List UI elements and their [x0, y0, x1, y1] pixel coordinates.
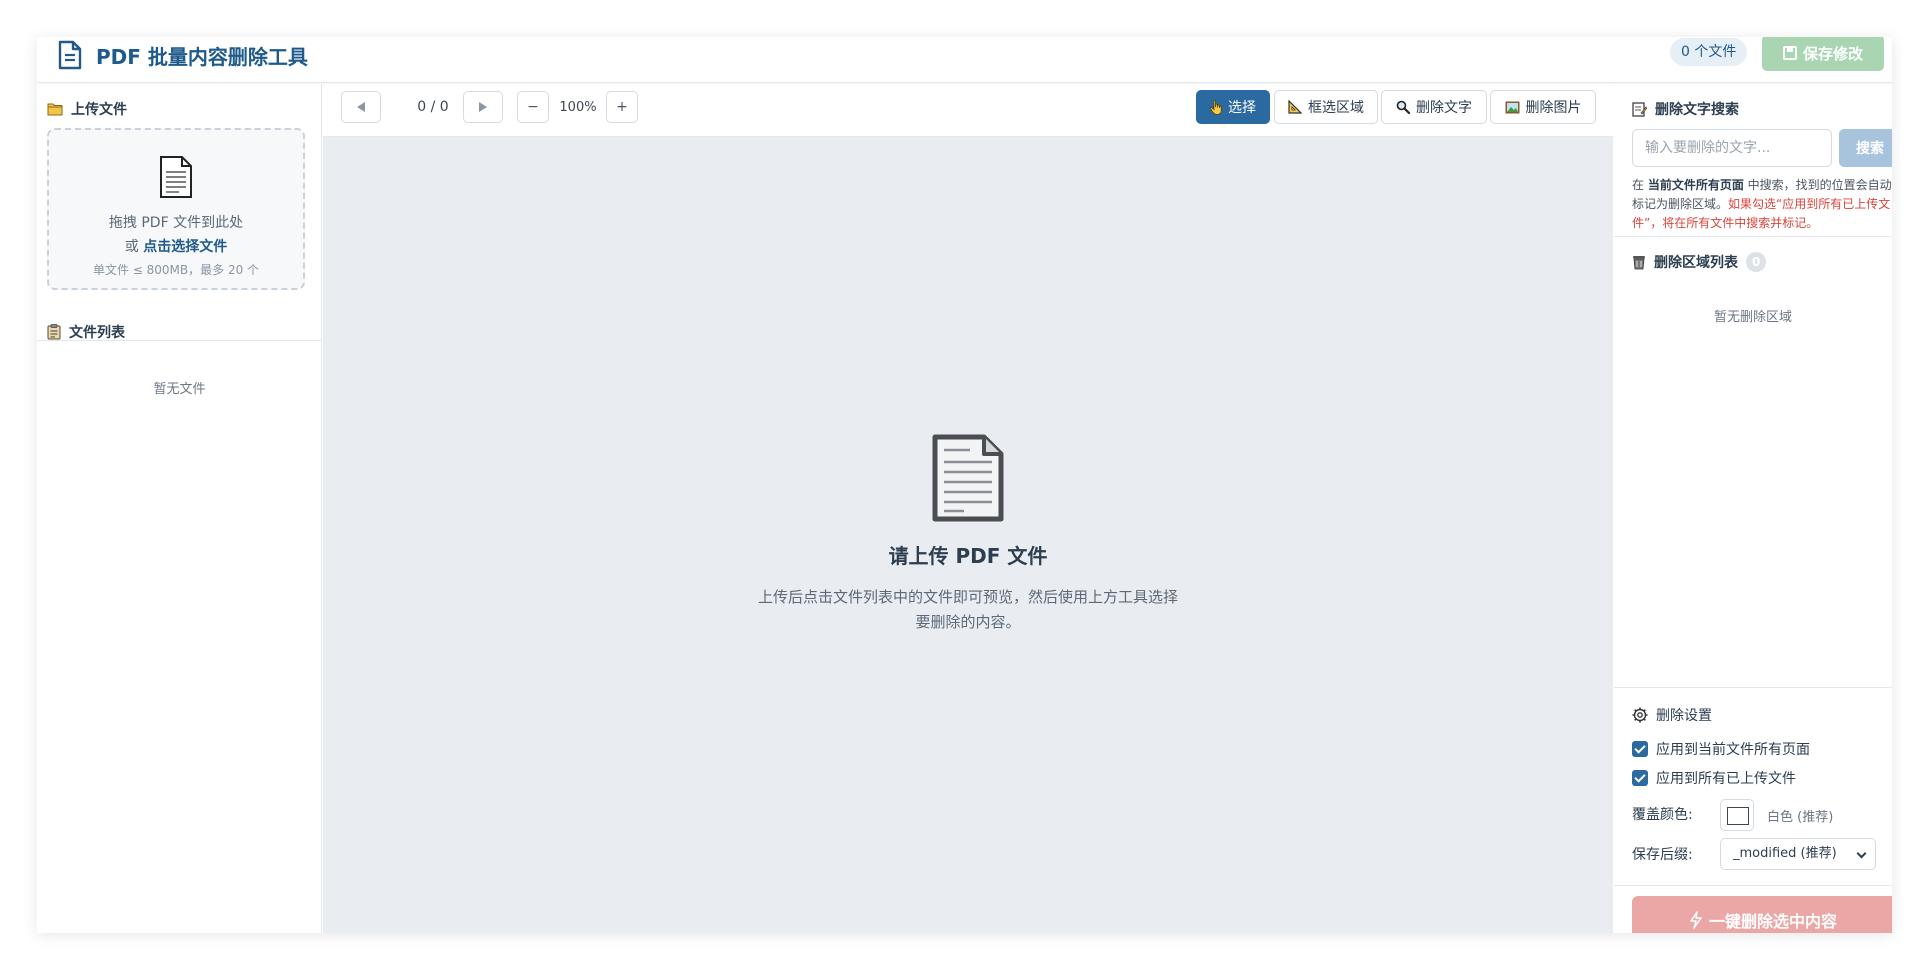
tool-box-select-button[interactable]: 框选区域	[1274, 90, 1378, 124]
region-list-title-text: 删除区域列表	[1654, 255, 1738, 271]
right-sidebar: 删除文字搜索 搜索 在 当前文件所有页面 中搜索，找到的位置会自动标记为删除区域…	[1614, 84, 1892, 933]
cover-color-picker[interactable]	[1720, 799, 1754, 831]
upload-section-title: 上传文件	[47, 99, 127, 119]
filelist-section-title: 文件列表	[47, 322, 125, 342]
tool-delete-image-button[interactable]: 删除图片	[1490, 90, 1596, 124]
folder-icon	[47, 103, 63, 116]
app-title: PDF 批量内容删除工具	[96, 45, 308, 69]
page-indicator: 0 / 0	[417, 99, 449, 115]
tool-select-button[interactable]: 选择	[1196, 90, 1270, 124]
clipboard-icon	[47, 324, 61, 340]
trash-icon	[1633, 256, 1645, 270]
pointer-hand-icon	[1210, 99, 1222, 115]
zoom-level: 100%	[559, 100, 597, 115]
cover-color-label: 覆盖颜色:	[1632, 807, 1693, 823]
magnifier-icon	[1396, 100, 1410, 114]
gear-icon	[1632, 707, 1648, 723]
filelist-title-text: 文件列表	[69, 325, 125, 341]
picture-icon	[1505, 101, 1519, 113]
delete-selected-label: 一键删除选中内容	[1708, 912, 1837, 931]
viewer-toolbar: 0 / 0 − 100% + 选择 框选区域 删除文字 删除图片	[323, 84, 1613, 137]
document-icon	[932, 434, 1004, 522]
triangular-ruler-icon	[1288, 100, 1302, 114]
region-list-empty: 暂无删除区域	[1713, 310, 1792, 325]
suffix-select-value: _modified (推荐)	[1733, 846, 1837, 861]
floppy-icon	[1782, 46, 1797, 60]
viewer-empty-state: 请上传 PDF 文件 上传后点击文件列表中的文件即可预览，然后使用上方工具选择要…	[323, 434, 1613, 635]
pdf-viewer-area: 0 / 0 − 100% + 选择 框选区域 删除文字 删除图片 请上传 PDF…	[323, 84, 1613, 933]
tool-box-select-label: 框选区域	[1308, 100, 1364, 116]
suffix-select[interactable]: _modified (推荐)	[1720, 838, 1876, 870]
settings-section-title: 删除设置	[1632, 705, 1712, 725]
dropzone-or: 或	[124, 239, 144, 255]
apply-all-files-option[interactable]: 应用到所有已上传文件	[1632, 768, 1796, 788]
apply-all-files-checkbox[interactable]	[1632, 770, 1648, 786]
save-button[interactable]: 保存修改	[1762, 37, 1884, 71]
tool-delete-image-label: 删除图片	[1525, 100, 1582, 116]
upload-title-text: 上传文件	[71, 102, 127, 118]
chevron-down-icon	[1856, 848, 1867, 859]
triangle-right-icon	[479, 102, 487, 112]
zoom-in-button[interactable]: +	[606, 91, 638, 123]
divider	[1614, 687, 1892, 688]
hint-pre: 在	[1632, 178, 1648, 192]
search-button[interactable]: 搜索	[1839, 129, 1892, 167]
choose-file-link[interactable]: 点击选择文件	[143, 239, 227, 255]
triangle-left-icon	[357, 102, 365, 112]
tool-delete-text-label: 删除文字	[1416, 100, 1472, 116]
apply-all-files-label: 应用到所有已上传文件	[1656, 771, 1796, 787]
tool-delete-text-button[interactable]: 删除文字	[1381, 90, 1487, 124]
tool-select-label: 选择	[1228, 100, 1256, 116]
next-page-button[interactable]	[463, 91, 503, 123]
file-count-badge: 0 个文件	[1670, 38, 1748, 66]
hint-bold: 当前文件所有页面	[1647, 178, 1744, 192]
upload-dropzone[interactable]: 拖拽 PDF 文件到此处 或 点击选择文件 单文件 ≤ 800MB，最多 20 …	[47, 128, 305, 290]
prev-page-button[interactable]	[341, 91, 381, 123]
empty-description: 上传后点击文件列表中的文件即可预览，然后使用上方工具选择要删除的内容。	[758, 588, 1179, 631]
apply-all-pages-label: 应用到当前文件所有页面	[1656, 742, 1810, 758]
search-section-title: 删除文字搜索	[1632, 99, 1739, 119]
document-icon	[58, 40, 82, 70]
app-window: PDF 批量内容删除工具 0 个文件 保存修改 上传文件 拖拽 PDF 文件到此…	[37, 37, 1892, 933]
zoom-out-button[interactable]: −	[517, 91, 549, 123]
search-title-text: 删除文字搜索	[1655, 102, 1739, 118]
cover-color-value: 白色 (推荐)	[1767, 810, 1834, 825]
settings-title-text: 删除设置	[1656, 708, 1712, 724]
filelist-empty-text: 暂无文件	[153, 382, 206, 397]
dropzone-instruction: 拖拽 PDF 文件到此处	[108, 215, 244, 231]
apply-all-pages-option[interactable]: 应用到当前文件所有页面	[1632, 739, 1810, 759]
empty-title: 请上传 PDF 文件	[888, 544, 1048, 568]
apply-all-pages-checkbox[interactable]	[1632, 741, 1648, 757]
divider	[1614, 236, 1892, 237]
left-sidebar: 上传文件 拖拽 PDF 文件到此处 或 点击选择文件 单文件 ≤ 800MB，最…	[37, 84, 322, 933]
region-count-badge: 0	[1746, 252, 1767, 272]
search-input[interactable]	[1632, 129, 1832, 167]
dropzone-limits: 单文件 ≤ 800MB，最多 20 个	[92, 263, 260, 277]
document-icon	[160, 156, 192, 198]
save-button-label: 保存修改	[1802, 44, 1863, 63]
region-list-title: 删除区域列表 0	[1632, 252, 1767, 272]
search-hint: 在 当前文件所有页面 中搜索，找到的位置会自动标记为删除区域。如果勾选“应用到所…	[1632, 176, 1892, 233]
delete-selected-button[interactable]: 一键删除选中内容	[1632, 896, 1892, 933]
lightning-icon	[1690, 911, 1702, 929]
dropzone-choose: 或 点击选择文件	[49, 236, 303, 256]
memo-icon	[1632, 101, 1647, 117]
divider	[1614, 885, 1892, 886]
suffix-label: 保存后缀:	[1632, 847, 1693, 863]
top-header: PDF 批量内容删除工具 0 个文件 保存修改	[37, 37, 1892, 83]
